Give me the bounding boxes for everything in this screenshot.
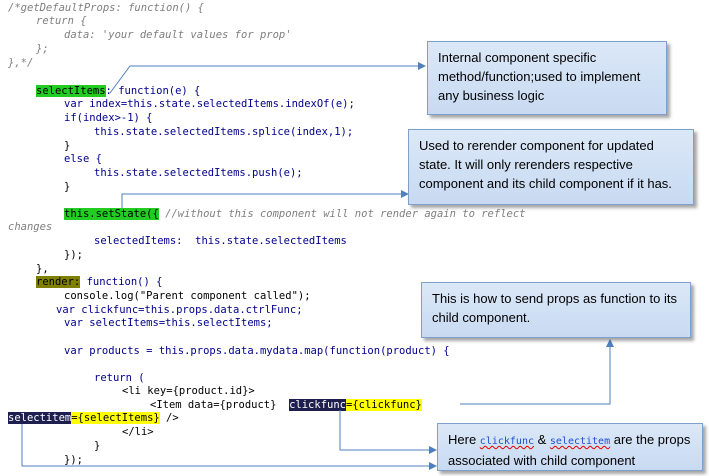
callout-set-state: Used to rerender component for updated s… (408, 129, 694, 205)
code-fragment: /> (159, 412, 179, 424)
code-line: return ( (94, 372, 145, 384)
code-line: if(index>-1) { (64, 112, 153, 124)
code-line: }; (36, 43, 49, 55)
code-line: else { (64, 153, 102, 165)
selectitem-prop-value: ={selectItems} (71, 412, 160, 424)
callout-selectitem-term: selectitem (549, 436, 611, 447)
code-line: changes (8, 221, 53, 233)
code-line: }); (64, 454, 83, 466)
clickfunc-prop-name: clickfunc (289, 399, 346, 411)
code-line-select-items: selectItems: function(e) { (36, 85, 200, 98)
callout-text-pre: Here (448, 432, 480, 447)
code-line-comment-start: /*getDefaultProps: function() { (8, 2, 204, 14)
render-method-name: render: (36, 276, 81, 288)
code-line: this.state.selectedItems.push(e); (94, 167, 303, 179)
code-line: } (64, 181, 71, 193)
set-state-call: this.setState({ (64, 208, 159, 220)
code-line-set-state: this.setState({ //without this component… (64, 208, 525, 221)
code-line: data: 'your default values for prop' (64, 29, 292, 41)
code-line-comment-end: },*/ (8, 57, 34, 69)
callout-child-props: Here clickfunc & selectitem are the prop… (437, 423, 703, 471)
callout-clickfunc-term: clickfunc (479, 436, 534, 447)
code-line: <li key={product.id}> (122, 385, 255, 397)
code-line: var index=this.state.selectedItems.index… (64, 98, 355, 110)
callout-props-as-function: This is how to send props as function to… (421, 282, 691, 338)
callout-ampersand: & (533, 432, 550, 447)
code-line: }, (36, 263, 49, 275)
code-line: } (94, 440, 101, 452)
callout-text: Used to rerender component for updated s… (419, 138, 672, 191)
code-line: } (64, 140, 71, 152)
code-fragment: <Item data={product} (150, 399, 277, 411)
set-state-comment: //without this component will not render… (158, 208, 526, 220)
code-line-selectitem-prop: selectitem={selectItems} /> (8, 412, 179, 425)
code-line-item-element: <Item data={product} clickfunc={clickfun… (150, 399, 422, 412)
clickfunc-prop-value: ={clickfunc} (346, 399, 422, 411)
code-line-clickfunc-var: var clickfunc=this.props.data.ctrlFunc; (56, 304, 303, 316)
selectitem-prop-name: selectitem (8, 412, 72, 424)
code-line: }); (64, 249, 83, 261)
code-fragment: : function(e) { (105, 85, 201, 97)
code-line: selectedItems: this.state.selectedItems (94, 235, 347, 247)
code-line-products-map: var products = this.props.data.mydata.ma… (64, 345, 450, 357)
code-line: this.state.selectedItems.splice(index,1)… (94, 126, 354, 138)
code-line: </li> (122, 426, 154, 438)
code-fragment: function() { (80, 276, 163, 288)
code-line-render: render: function() { (36, 276, 162, 289)
code-line-selectitems-var: var selectItems=this.selectItems; (64, 317, 273, 329)
callout-text: This is how to send props as function to… (432, 291, 677, 325)
select-items-method-name: selectItems (36, 85, 106, 97)
code-line: return { (36, 15, 87, 27)
callout-internal-method: Internal component specific method/funct… (427, 41, 667, 115)
code-line: console.log("Parent component called"); (64, 290, 311, 302)
callout-text: Internal component specific method/funct… (438, 50, 641, 103)
